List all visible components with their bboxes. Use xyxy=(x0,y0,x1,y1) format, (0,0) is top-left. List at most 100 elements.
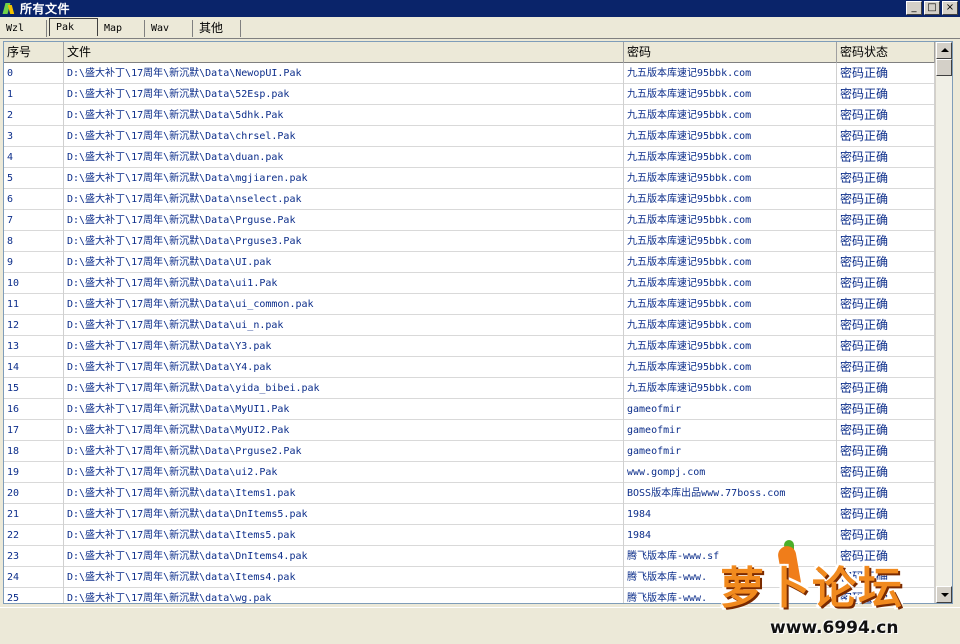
row-file-path: D:\盛大补丁\17周年\新沉默\Data\ui2.Pak xyxy=(64,462,624,483)
row-file-path: D:\盛大补丁\17周年\新沉默\Data\yida_bibei.pak xyxy=(64,378,624,399)
row-password: 九五版本库速记95bbk.com xyxy=(624,231,837,252)
row-index: 22 xyxy=(4,525,64,546)
app-icon xyxy=(2,2,16,16)
row-password: www.gompj.com xyxy=(624,462,837,483)
row-password-status: 密码正确 xyxy=(837,147,935,168)
row-file-path: D:\盛大补丁\17周年\新沉默\Data\ui_common.pak xyxy=(64,294,624,315)
table-row[interactable]: 12 D:\盛大补丁\17周年\新沉默\Data\ui_n.pak 九五版本库速记9… xyxy=(4,315,935,336)
file-list[interactable]: 序号 文件 密码 密码状态 0 D:\盛大补丁\17周年\新沉默\Data\New… xyxy=(3,41,953,604)
row-file-path: D:\盛大补丁\17周年\新沉默\Data\MyUI2.Pak xyxy=(64,420,624,441)
row-file-path: D:\盛大补丁\17周年\新沉默\Data\Y3.pak xyxy=(64,336,624,357)
row-password-status: 密码正确 xyxy=(837,168,935,189)
tab-map[interactable]: Map xyxy=(98,20,145,37)
row-password: 九五版本库速记95bbk.com xyxy=(624,294,837,315)
tab-other[interactable]: 其他 xyxy=(193,20,241,37)
table-row[interactable]: 5 D:\盛大补丁\17周年\新沉默\Data\mgjiaren.pak 九五版本库… xyxy=(4,168,935,189)
row-file-path: D:\盛大补丁\17周年\新沉默\Data\52Esp.pak xyxy=(64,84,624,105)
row-password: gameofmir xyxy=(624,420,837,441)
row-password: 九五版本库速记95bbk.com xyxy=(624,84,837,105)
table-row[interactable]: 10 D:\盛大补丁\17周年\新沉默\Data\ui1.Pak 九五版本库速记95… xyxy=(4,273,935,294)
table-row[interactable]: 17 D:\盛大补丁\17周年\新沉默\Data\MyUI2.Pak gameofm… xyxy=(4,420,935,441)
row-password-status: 密码正确 xyxy=(837,273,935,294)
row-password: 九五版本库速记95bbk.com xyxy=(624,210,837,231)
header-index[interactable]: 序号 xyxy=(4,42,64,63)
window-title: 所有文件 xyxy=(20,2,71,16)
row-file-path: D:\盛大补丁\17周年\新沉默\Data\Y4.pak xyxy=(64,357,624,378)
row-password-status: 密码正确 xyxy=(837,399,935,420)
row-password: 九五版本库速记95bbk.com xyxy=(624,63,837,84)
row-password-status: 密码正确 xyxy=(837,63,935,84)
row-password-status: 密码正确 xyxy=(837,378,935,399)
table-row[interactable]: 4 D:\盛大补丁\17周年\新沉默\Data\duan.pak 九五版本库速记95… xyxy=(4,147,935,168)
row-file-path: D:\盛大补丁\17周年\新沉默\Data\5dhk.Pak xyxy=(64,105,624,126)
row-index: 12 xyxy=(4,315,64,336)
table-row[interactable]: 11 D:\盛大补丁\17周年\新沉默\Data\ui_common.pak 九五版… xyxy=(4,294,935,315)
row-index: 23 xyxy=(4,546,64,567)
row-file-path: D:\盛大补丁\17周年\新沉默\Data\UI.pak xyxy=(64,252,624,273)
row-password: 九五版本库速记95bbk.com xyxy=(624,189,837,210)
row-password: gameofmir xyxy=(624,399,837,420)
row-index: 17 xyxy=(4,420,64,441)
table-row[interactable]: 19 D:\盛大补丁\17周年\新沉默\Data\ui2.Pak www.gompj… xyxy=(4,462,935,483)
row-index: 3 xyxy=(4,126,64,147)
row-file-path: D:\盛大补丁\17周年\新沉默\Data\NewopUI.Pak xyxy=(64,63,624,84)
row-password: 九五版本库速记95bbk.com xyxy=(624,168,837,189)
table-row[interactable]: 9 D:\盛大补丁\17周年\新沉默\Data\UI.pak 九五版本库速记95bb… xyxy=(4,252,935,273)
table-row[interactable]: 3 D:\盛大补丁\17周年\新沉默\Data\chrsel.Pak 九五版本库速记… xyxy=(4,126,935,147)
row-index: 25 xyxy=(4,588,64,603)
header-password[interactable]: 密码 xyxy=(624,42,837,63)
table-row[interactable]: 8 D:\盛大补丁\17周年\新沉默\Data\Prguse3.Pak 九五版本库速… xyxy=(4,231,935,252)
table-row[interactable]: 1 D:\盛大补丁\17周年\新沉默\Data\52Esp.pak 九五版本库速记9… xyxy=(4,84,935,105)
table-row[interactable]: 0 D:\盛大补丁\17周年\新沉默\Data\NewopUI.Pak 九五版本库速… xyxy=(4,63,935,84)
table-row[interactable]: 20 D:\盛大补丁\17周年\新沉默\data\Items1.pak BOSS版本… xyxy=(4,483,935,504)
table-row[interactable]: 21 D:\盛大补丁\17周年\新沉默\data\DnItems5.pak 1984… xyxy=(4,504,935,525)
watermark-title: 萝卜论坛 xyxy=(720,563,904,614)
header-password-status[interactable]: 密码状态 xyxy=(837,42,935,63)
table-row[interactable]: 2 D:\盛大补丁\17周年\新沉默\Data\5dhk.Pak 九五版本库速记95… xyxy=(4,105,935,126)
row-password: 九五版本库速记95bbk.com xyxy=(624,273,837,294)
maximize-button[interactable]: □ xyxy=(924,1,940,15)
table-row[interactable]: 15 D:\盛大补丁\17周年\新沉默\Data\yida_bibei.pak 九五… xyxy=(4,378,935,399)
tab-wav[interactable]: Wav xyxy=(145,20,193,37)
row-index: 19 xyxy=(4,462,64,483)
row-file-path: D:\盛大补丁\17周年\新沉默\Data\Prguse.Pak xyxy=(64,210,624,231)
list-rows: 0 D:\盛大补丁\17周年\新沉默\Data\NewopUI.Pak 九五版本库速… xyxy=(4,63,935,603)
minimize-button[interactable]: _ xyxy=(906,1,922,15)
scroll-thumb[interactable] xyxy=(936,59,952,76)
row-file-path: D:\盛大补丁\17周年\新沉默\data\Items1.pak xyxy=(64,483,624,504)
row-file-path: D:\盛大补丁\17周年\新沉默\Data\ui_n.pak xyxy=(64,315,624,336)
row-password-status: 密码正确 xyxy=(837,294,935,315)
row-index: 5 xyxy=(4,168,64,189)
title-bar: 所有文件 _ □ × xyxy=(0,0,960,17)
window-controls: _ □ × xyxy=(906,1,958,15)
row-file-path: D:\盛大补丁\17周年\新沉默\data\DnItems4.pak xyxy=(64,546,624,567)
row-index: 13 xyxy=(4,336,64,357)
header-file[interactable]: 文件 xyxy=(64,42,624,63)
row-index: 20 xyxy=(4,483,64,504)
tab-wzl[interactable]: Wzl xyxy=(0,20,47,37)
close-button[interactable]: × xyxy=(942,1,958,15)
row-index: 18 xyxy=(4,441,64,462)
row-password: 九五版本库速记95bbk.com xyxy=(624,336,837,357)
row-password-status: 密码正确 xyxy=(837,483,935,504)
table-row[interactable]: 7 D:\盛大补丁\17周年\新沉默\Data\Prguse.Pak 九五版本库速记… xyxy=(4,210,935,231)
row-password-status: 密码正确 xyxy=(837,441,935,462)
vertical-scrollbar[interactable] xyxy=(935,42,952,603)
table-row[interactable]: 6 D:\盛大补丁\17周年\新沉默\Data\nselect.pak 九五版本库速… xyxy=(4,189,935,210)
table-row[interactable]: 18 D:\盛大补丁\17周年\新沉默\Data\Prguse2.Pak gameo… xyxy=(4,441,935,462)
row-index: 11 xyxy=(4,294,64,315)
row-file-path: D:\盛大补丁\17周年\新沉默\Data\Prguse3.Pak xyxy=(64,231,624,252)
table-row[interactable]: 13 D:\盛大补丁\17周年\新沉默\Data\Y3.pak 九五版本库速记95b… xyxy=(4,336,935,357)
row-password: 九五版本库速记95bbk.com xyxy=(624,126,837,147)
row-password-status: 密码正确 xyxy=(837,420,935,441)
table-row[interactable]: 16 D:\盛大补丁\17周年\新沉默\Data\MyUI1.Pak gameofm… xyxy=(4,399,935,420)
row-index: 2 xyxy=(4,105,64,126)
table-row[interactable]: 14 D:\盛大补丁\17周年\新沉默\Data\Y4.pak 九五版本库速记95b… xyxy=(4,357,935,378)
row-password-status: 密码正确 xyxy=(837,126,935,147)
row-index: 15 xyxy=(4,378,64,399)
row-password: 九五版本库速记95bbk.com xyxy=(624,252,837,273)
tab-pak[interactable]: Pak xyxy=(49,18,98,36)
row-password-status: 密码正确 xyxy=(837,231,935,252)
row-password: 九五版本库速记95bbk.com xyxy=(624,357,837,378)
scroll-up-button[interactable] xyxy=(936,42,952,59)
